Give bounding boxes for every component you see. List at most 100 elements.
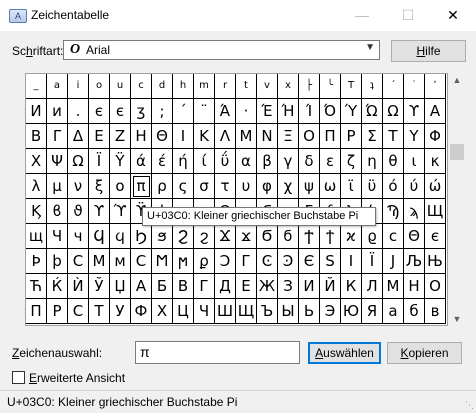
character-cell[interactable]: ϯ	[320, 224, 341, 249]
character-cell[interactable]: Ї	[362, 249, 383, 274]
character-cell[interactable]: И	[299, 274, 320, 299]
character-cell[interactable]: Г	[194, 274, 215, 299]
character-cell[interactable]: u	[110, 74, 131, 99]
character-cell[interactable]: γ	[278, 149, 299, 174]
character-cell[interactable]: ϰ	[341, 224, 362, 249]
character-cell[interactable]: ά	[131, 149, 152, 174]
character-cell[interactable]: Ϥ	[89, 224, 110, 249]
character-cell[interactable]: Γ	[47, 124, 68, 149]
character-cell[interactable]: Φ	[425, 124, 446, 149]
character-cell[interactable]: ϑ	[68, 199, 89, 224]
character-cell[interactable]: Ό	[320, 99, 341, 124]
character-cell[interactable]: Ϗ	[26, 199, 47, 224]
character-cell[interactable]: Ψ	[47, 149, 68, 174]
character-cell[interactable]: ϡ	[404, 199, 425, 224]
character-cell[interactable]: Н	[404, 274, 425, 299]
character-cell[interactable]: Г	[236, 249, 257, 274]
character-cell[interactable]: К	[341, 274, 362, 299]
character-cell[interactable]: Ϻ	[152, 249, 173, 274]
character-cell[interactable]: Ξ	[278, 124, 299, 149]
character-cell[interactable]: щ	[26, 224, 47, 249]
character-cell[interactable]: Ж	[257, 274, 278, 299]
character-cell[interactable]: Ш	[215, 299, 236, 324]
character-cell[interactable]: и	[47, 99, 68, 124]
character-cell[interactable]: Е	[236, 274, 257, 299]
character-cell[interactable]: Α	[425, 99, 446, 124]
character-cell[interactable]: υ	[236, 174, 257, 199]
character-cell[interactable]: Η	[131, 124, 152, 149]
character-cell[interactable]: ξ	[89, 174, 110, 199]
character-cell[interactable]: κ	[425, 149, 446, 174]
character-cell[interactable]: Ϫ	[215, 224, 236, 249]
character-cell[interactable]: o	[89, 74, 110, 99]
character-cell[interactable]: М	[89, 249, 110, 274]
character-cell[interactable]: А	[131, 274, 152, 299]
character-cell[interactable]: Ч	[47, 224, 68, 249]
character-cell[interactable]: ο	[110, 174, 131, 199]
character-cell[interactable]: б	[404, 299, 425, 324]
character-cell[interactable]: Ϯ	[299, 224, 320, 249]
character-cell[interactable]: Ω	[383, 99, 404, 124]
character-cell[interactable]: ΰ	[215, 149, 236, 174]
character-cell[interactable]: έ	[152, 149, 173, 174]
character-cell[interactable]: ʇ	[362, 74, 383, 99]
character-cell[interactable]: Џ	[110, 274, 131, 299]
character-cell[interactable]: ε	[320, 149, 341, 174]
character-cell[interactable]: в	[425, 299, 446, 324]
character-cell[interactable]: Э	[320, 299, 341, 324]
character-cell[interactable]: a	[47, 74, 68, 99]
character-cell[interactable]: М	[383, 274, 404, 299]
character-cell[interactable]: У	[110, 299, 131, 324]
character-cell[interactable]: ώ	[425, 174, 446, 199]
character-cell[interactable]: Θ	[152, 124, 173, 149]
character-cell[interactable]: t	[236, 74, 257, 99]
character-cell[interactable]: є	[110, 99, 131, 124]
character-cell[interactable]: С	[68, 299, 89, 324]
character-cell[interactable]: r	[215, 74, 236, 99]
character-cell[interactable]: Υ	[404, 124, 425, 149]
character-cell[interactable]: Ф	[131, 299, 152, 324]
character-cell[interactable]: Ώ	[362, 99, 383, 124]
character-cell[interactable]: ζ	[341, 149, 362, 174]
character-cell[interactable]: ϊ	[341, 174, 362, 199]
character-cell[interactable]: Ι	[173, 124, 194, 149]
character-cell[interactable]: Т	[89, 299, 110, 324]
character-cell[interactable]: Ϋ	[110, 149, 131, 174]
character-cell[interactable]: Ў	[89, 274, 110, 299]
character-cell[interactable]: Μ	[236, 124, 257, 149]
character-cell[interactable]: Ϊ	[89, 149, 110, 174]
character-cell[interactable]: ϧ	[152, 224, 173, 249]
character-cell[interactable]: Ή	[278, 99, 299, 124]
character-cell[interactable]: φ	[257, 174, 278, 199]
character-cell[interactable]: ˙	[404, 74, 425, 99]
character-cell[interactable]: ϼ	[194, 249, 215, 274]
character-cell[interactable]: Љ	[404, 249, 425, 274]
character-cell[interactable]: Ν	[257, 124, 278, 149]
character-cell[interactable]: Χ	[26, 149, 47, 174]
character-cell[interactable]: ρ	[152, 174, 173, 199]
character-cell[interactable]: ├	[299, 74, 320, 99]
character-cell[interactable]: ʼ	[425, 74, 446, 99]
character-cell[interactable]: ι	[404, 149, 425, 174]
character-cell[interactable]: Β	[26, 124, 47, 149]
character-cell[interactable]: _	[26, 74, 47, 99]
character-cell[interactable]: Ы	[278, 299, 299, 324]
character-cell[interactable]: Σ	[362, 124, 383, 149]
character-cell[interactable]: Л	[362, 274, 383, 299]
character-cell[interactable]: Ц	[173, 299, 194, 324]
character-cell[interactable]: ϭ	[278, 224, 299, 249]
character-cell-selected[interactable]: π	[131, 174, 152, 199]
character-cell[interactable]: Ε	[89, 124, 110, 149]
copy-button[interactable]: Kopieren	[387, 342, 462, 364]
character-cell[interactable]: θ	[383, 149, 404, 174]
character-cell[interactable]: β	[257, 149, 278, 174]
character-cell[interactable]: x	[278, 74, 299, 99]
character-cell[interactable]: Й	[320, 274, 341, 299]
character-cell[interactable]: ω	[320, 174, 341, 199]
character-cell[interactable]: Щ	[425, 199, 446, 224]
character-cell[interactable]: ϒ	[404, 99, 425, 124]
character-cell[interactable]: ч	[68, 224, 89, 249]
character-cell[interactable]: Д	[215, 274, 236, 299]
character-cell[interactable]: ψ	[299, 174, 320, 199]
character-cell[interactable]: Ζ	[110, 124, 131, 149]
